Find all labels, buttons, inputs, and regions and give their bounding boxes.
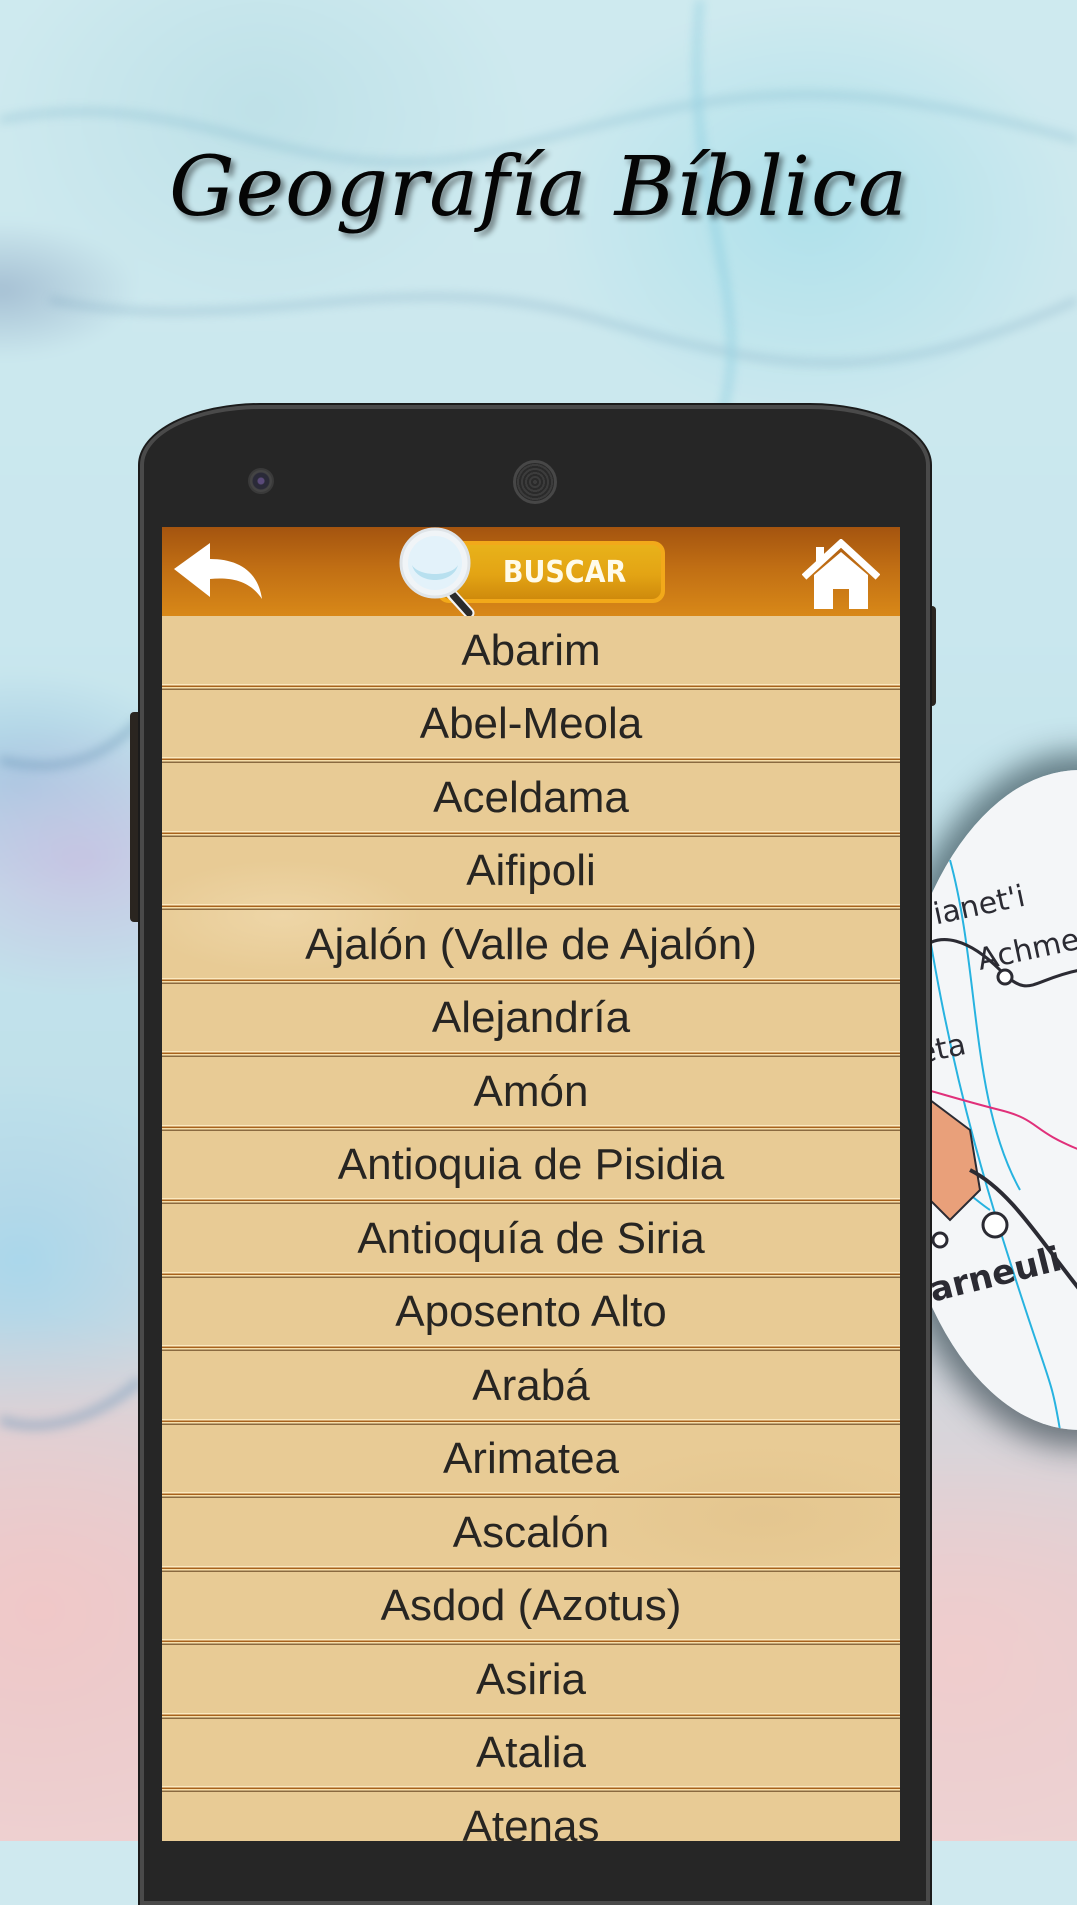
place-name: Aposento Alto — [395, 1287, 667, 1337]
search-label: BUSCAR — [502, 554, 627, 590]
place-name: Antioquía de Siria — [357, 1213, 705, 1263]
place-name: Amón — [473, 1066, 589, 1116]
list-item[interactable]: Antioquia de Pisidia — [162, 1131, 900, 1205]
place-name: Atenas — [462, 1801, 600, 1841]
place-name: Ascalón — [452, 1507, 610, 1557]
place-name: Aceldama — [433, 772, 629, 822]
place-name: Abarim — [461, 625, 601, 675]
place-name: Alejandría — [431, 993, 631, 1043]
magnifier-icon — [399, 527, 475, 617]
place-name: Arabá — [472, 1360, 590, 1410]
phone-camera-icon — [248, 468, 274, 494]
list-item[interactable]: Amón — [162, 1057, 900, 1131]
place-name: Asdod (Azotus) — [380, 1581, 682, 1631]
toolbar: BUSCAR — [162, 527, 900, 617]
place-name: Ajalón (Valle de Ajalón) — [305, 919, 757, 969]
list-item[interactable]: Antioquía de Siria — [162, 1204, 900, 1278]
list-item[interactable]: Atalia — [162, 1719, 900, 1793]
list-item[interactable]: Aceldama — [162, 763, 900, 837]
search-button[interactable]: BUSCAR — [397, 527, 672, 617]
list-item[interactable]: Asiria — [162, 1645, 900, 1719]
list-item[interactable]: Ascalón — [162, 1498, 900, 1572]
home-icon — [801, 538, 881, 609]
app-screen: BUSCAR Abarim Abel-Meola Aceldama Aifipoli A… — [162, 527, 900, 1841]
list-item[interactable]: Abel-Meola — [162, 690, 900, 764]
list-item[interactable]: Aifipoli — [162, 837, 900, 911]
place-name: Atalia — [475, 1728, 587, 1778]
place-list[interactable]: Abarim Abel-Meola Aceldama Aifipoli Ajalón (… — [162, 616, 900, 1841]
place-name: Antioquia de Pisidia — [337, 1140, 725, 1190]
list-item[interactable]: Arimatea — [162, 1425, 900, 1499]
place-name: Asiria — [475, 1654, 587, 1704]
place-name: Aifipoli — [466, 846, 596, 896]
list-item[interactable]: Aposento Alto — [162, 1278, 900, 1352]
list-item[interactable]: Ajalón (Valle de Ajalón) — [162, 910, 900, 984]
list-item[interactable]: Atenas — [162, 1792, 900, 1841]
list-item[interactable]: Alejandría — [162, 984, 900, 1058]
phone-speaker-icon — [513, 460, 557, 504]
home-button[interactable] — [801, 538, 881, 611]
place-name: Arimatea — [442, 1434, 620, 1484]
list-item[interactable]: Asdod (Azotus) — [162, 1572, 900, 1646]
app-title: Geografía Bíblica — [169, 140, 908, 235]
list-item[interactable]: Arabá — [162, 1351, 900, 1425]
place-name: Abel-Meola — [419, 699, 643, 749]
back-button[interactable] — [172, 541, 268, 607]
list-item[interactable]: Abarim — [162, 616, 900, 690]
back-arrow-icon — [174, 543, 262, 599]
